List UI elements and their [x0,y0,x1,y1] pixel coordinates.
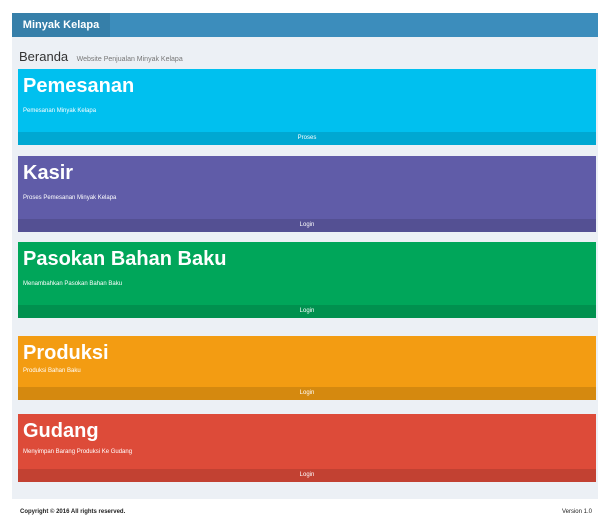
login-link[interactable]: Login [18,469,596,482]
box-description: Menyimpan Barang Produksi Ke Gudang [23,449,133,455]
top-navbar: Minyak Kelapa [12,13,598,37]
main-content: Beranda Website Penjualan Minyak Kelapa … [12,37,598,499]
page-subtitle: Website Penjualan Minyak Kelapa [76,56,183,63]
box-pemesanan: Pemesanan Pemesanan Minyak Kelapa Proses [18,69,596,145]
box-produksi: Produksi Produksi Bahan Baku Login [18,336,596,400]
box-description: Pemesanan Minyak Kelapa [23,108,97,114]
box-kasir: Kasir Proses Pemesanan Minyak Kelapa Log… [18,156,596,232]
box-title: Pasokan Bahan Baku [23,248,227,270]
box-pasokan-bahan-baku: Pasokan Bahan Baku Menambahkan Pasokan B… [18,242,596,318]
page-footer: Copyright © 2016 All rights reserved. Ve… [12,503,598,518]
box-description: Menambahkan Pasokan Bahan Baku [23,281,123,287]
login-link[interactable]: Login [18,387,596,400]
box-title: Pemesanan [23,75,135,97]
page-title: Beranda [19,49,69,64]
breadcrumb: Beranda Website Penjualan Minyak Kelapa [19,48,183,66]
box-description: Proses Pemesanan Minyak Kelapa [23,195,117,201]
box-title: Gudang [23,420,99,442]
box-title: Kasir [23,162,74,184]
box-title: Produksi [23,342,109,364]
version-text: Version 1.0 [561,509,592,515]
box-gudang: Gudang Menyimpan Barang Produksi Ke Guda… [18,414,596,482]
app-logo[interactable]: Minyak Kelapa [12,13,110,37]
copyright-text: Copyright © 2016 All rights reserved. [20,509,126,515]
login-link[interactable]: Login [18,219,596,232]
login-link[interactable]: Login [18,305,596,318]
proses-link[interactable]: Proses [18,132,596,145]
box-description: Produksi Bahan Baku [23,368,81,374]
